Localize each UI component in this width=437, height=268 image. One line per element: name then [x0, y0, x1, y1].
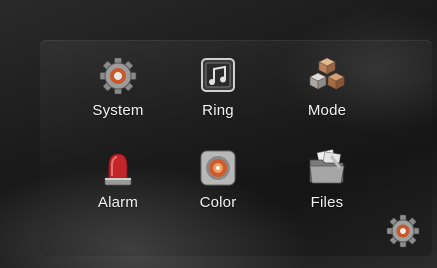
siren-icon — [104, 153, 132, 186]
settings-gear-icon — [386, 214, 420, 248]
menu-item-mode[interactable]: Mode — [283, 56, 371, 134]
menu-item-files[interactable]: Files — [283, 148, 371, 226]
folder-icon — [309, 149, 345, 184]
menu-item-label: System — [92, 102, 144, 119]
music-note-icon — [201, 58, 235, 92]
menu-item-label: Files — [310, 194, 344, 211]
screen-background: System Ring Mode Alarm Color Files — [0, 0, 437, 268]
settings-button[interactable] — [386, 214, 420, 248]
cubes-icon — [309, 57, 345, 90]
menu-item-label: Alarm — [97, 194, 139, 211]
menu-item-color[interactable]: Color — [174, 148, 262, 226]
menu-item-label: Color — [199, 194, 237, 211]
menu-item-system[interactable]: System — [74, 56, 162, 134]
palette-icon — [200, 150, 236, 186]
gear-icon — [99, 57, 137, 95]
menu-item-label: Mode — [307, 102, 347, 119]
menu-item-alarm[interactable]: Alarm — [74, 148, 162, 226]
menu-item-ring[interactable]: Ring — [174, 56, 262, 134]
menu-item-label: Ring — [202, 102, 234, 119]
